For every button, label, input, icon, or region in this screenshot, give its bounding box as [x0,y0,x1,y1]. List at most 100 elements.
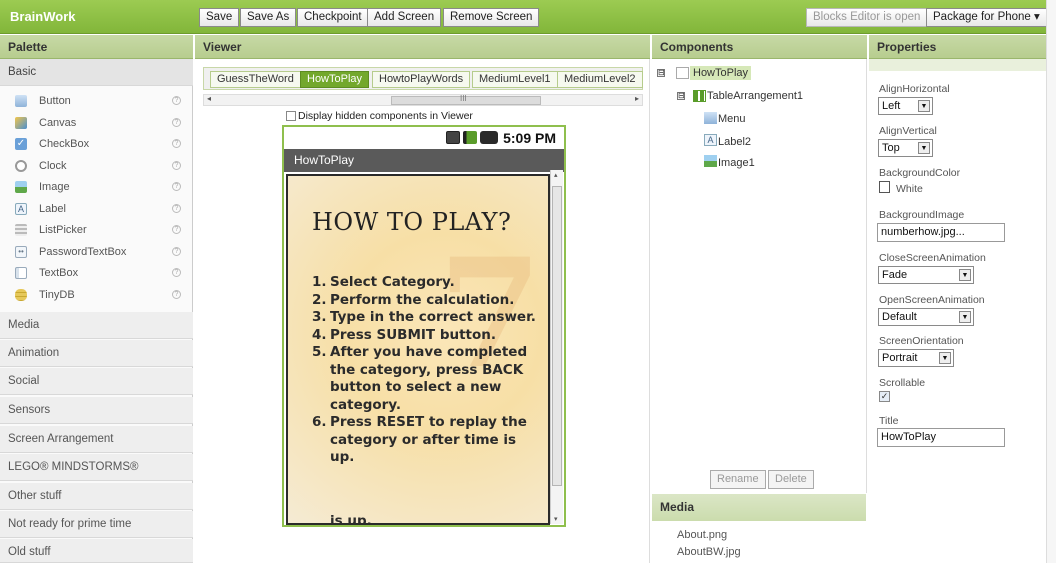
save-button[interactable]: Save [199,8,240,27]
align-horizontal-select[interactable]: Left ▼ [878,97,933,115]
tab-howtoplay[interactable]: HowToPlay [300,71,370,88]
help-icon[interactable]: ? [172,139,181,148]
tab-guesstheword[interactable]: GuessTheWord [210,71,301,88]
palette-category-basic[interactable]: Basic [0,59,193,86]
tab-mediumlevel1[interactable]: MediumLevel1 [472,71,558,88]
scrollable-checkbox[interactable]: ✓ [879,391,890,402]
help-icon[interactable]: ? [172,225,181,234]
palette-category-old-stuff[interactable]: Old stuff [0,539,193,563]
phone-vertical-scrollbar[interactable]: ▴ ▾ [550,170,563,524]
checkpoint-button[interactable]: Checkpoint [297,8,369,27]
close-screen-animation-select[interactable]: Fade ▼ [878,266,974,284]
media-header: Media [652,494,866,521]
color-swatch[interactable] [879,181,890,193]
tab-mediumlevel2[interactable]: MediumLevel2 [557,71,643,88]
blocks-editor-button[interactable]: Blocks Editor is open [806,8,928,27]
image1-preview[interactable]: 7 HOW TO PLAY? 1. Select Category. 2. Perf… [286,174,550,525]
palette-category-lego[interactable]: LEGO® MINDSTORMS® [0,454,193,481]
package-for-phone-dropdown[interactable]: Package for Phone ▾ [926,8,1047,27]
instruction-step: 4. Press SUBMIT button. [312,326,497,343]
collapse-icon[interactable]: ⊟ [677,92,685,100]
help-icon[interactable]: ? [172,117,181,127]
signal-icon [463,131,477,144]
select-value: Top [882,142,900,154]
media-item[interactable]: About.png [677,529,727,541]
tree-node-menu[interactable]: Menu [718,113,746,125]
display-hidden-checkbox[interactable] [286,111,296,121]
palette-item-checkbox[interactable]: ✓ CheckBox ? [0,134,193,156]
prop-title-label: Title [879,415,899,427]
save-as-button[interactable]: Save As [240,8,297,27]
tab-howtoplaywords[interactable]: HowtoPlayWords [372,71,471,88]
help-icon[interactable]: ? [172,203,181,213]
tree-node-tablearrangement1[interactable]: TableArrangement1 [707,90,803,102]
palette-category-media[interactable]: Media [0,312,193,339]
scroll-left-icon[interactable]: ◂ [207,94,211,103]
help-icon[interactable]: ? [172,289,181,299]
palette-item-tinydb[interactable]: TinyDB ? [0,285,193,307]
palette-category-not-ready[interactable]: Not ready for prime time [0,511,193,538]
screen-orientation-select[interactable]: Portrait ▼ [878,349,954,367]
palette-item-canvas[interactable]: Canvas ? [0,113,193,135]
listpicker-icon [15,224,27,236]
tree-node-label2[interactable]: Label2 [718,136,751,148]
background-image-field[interactable]: numberhow.jpg... [877,223,1005,242]
select-value: Fade [882,269,908,281]
help-icon[interactable]: ? [172,160,181,170]
palette-category-social[interactable]: Social [0,368,193,395]
palette-item-textbox[interactable]: TextBox ? [0,263,193,285]
remove-screen-button[interactable]: Remove Screen [443,8,540,27]
scroll-right-icon[interactable]: ▸ [635,94,639,103]
palette-item-passwordtextbox[interactable]: •• PasswordTextBox ? [0,242,193,264]
palette-category-sensors[interactable]: Sensors [0,397,193,424]
table-arrangement-icon [693,90,706,102]
palette-item-listpicker[interactable]: ListPicker ? [0,220,193,242]
chevron-down-icon: ▼ [918,142,930,154]
media-item[interactable]: AboutBW.jpg [677,546,741,558]
background-color-value[interactable]: White [896,183,923,195]
chevron-down-icon: ▼ [959,311,971,323]
scroll-down-icon[interactable]: ▾ [554,515,558,523]
instruction-step: 6. Press RESET to replay the category or … [312,414,527,465]
rename-button[interactable]: Rename [710,470,766,489]
canvas-icon [15,116,27,129]
palette-category-other-stuff[interactable]: Other stuff [0,483,193,510]
database-icon [15,288,27,301]
palette-category-animation[interactable]: Animation [0,340,193,367]
scrollbar-thumb[interactable]: III [391,94,541,105]
page-vertical-scrollbar[interactable] [1046,0,1056,563]
help-icon[interactable]: ? [172,268,181,277]
tree-node-howtoplay[interactable]: HowToPlay [690,66,752,80]
phone-status-bar: 5:09 PM [284,127,564,149]
top-toolbar: BrainWork Save Save As Checkpoint Add Sc… [0,0,1056,34]
palette-item-label: ListPicker [39,224,87,236]
open-screen-animation-select[interactable]: Default ▼ [878,308,974,326]
palette-item-label: TinyDB [39,288,75,301]
prop-align-horizontal-label: AlignHorizontal [879,83,950,95]
help-icon[interactable]: ? [172,182,181,191]
palette-item-image[interactable]: Image ? [0,177,193,199]
battery-icon [480,131,498,144]
help-icon[interactable]: ? [172,246,181,256]
collapse-icon[interactable]: ⊟ [657,69,665,77]
tabs-horizontal-scrollbar[interactable]: ◂ III ▸ [203,94,643,106]
clock-icon [15,159,27,172]
scrollbar-thumb[interactable] [552,186,562,486]
palette-item-button[interactable]: Button ? [0,91,193,113]
tree-node-image1[interactable]: Image1 [718,157,755,169]
palette-category-screen-arrangement[interactable]: Screen Arrangement [0,426,193,453]
palette-item-label: CheckBox [39,138,90,150]
network-icon [446,131,460,144]
instruction-step: 3. Type in the correct answer. [312,309,536,325]
prop-open-screen-animation-label: OpenScreenAnimation [879,294,985,306]
palette-item-clock[interactable]: Clock ? [0,156,193,178]
palette-item-label[interactable]: A Label ? [0,199,193,221]
delete-button[interactable]: Delete [768,470,814,489]
palette-item-label: TextBox [39,267,79,279]
title-field[interactable]: HowToPlay [877,428,1005,447]
help-icon[interactable]: ? [172,96,181,105]
scroll-up-icon[interactable]: ▴ [554,171,558,179]
align-vertical-select[interactable]: Top ▼ [878,139,933,157]
phone-clock: 5:09 PM [503,130,556,146]
add-screen-button[interactable]: Add Screen [367,8,442,27]
